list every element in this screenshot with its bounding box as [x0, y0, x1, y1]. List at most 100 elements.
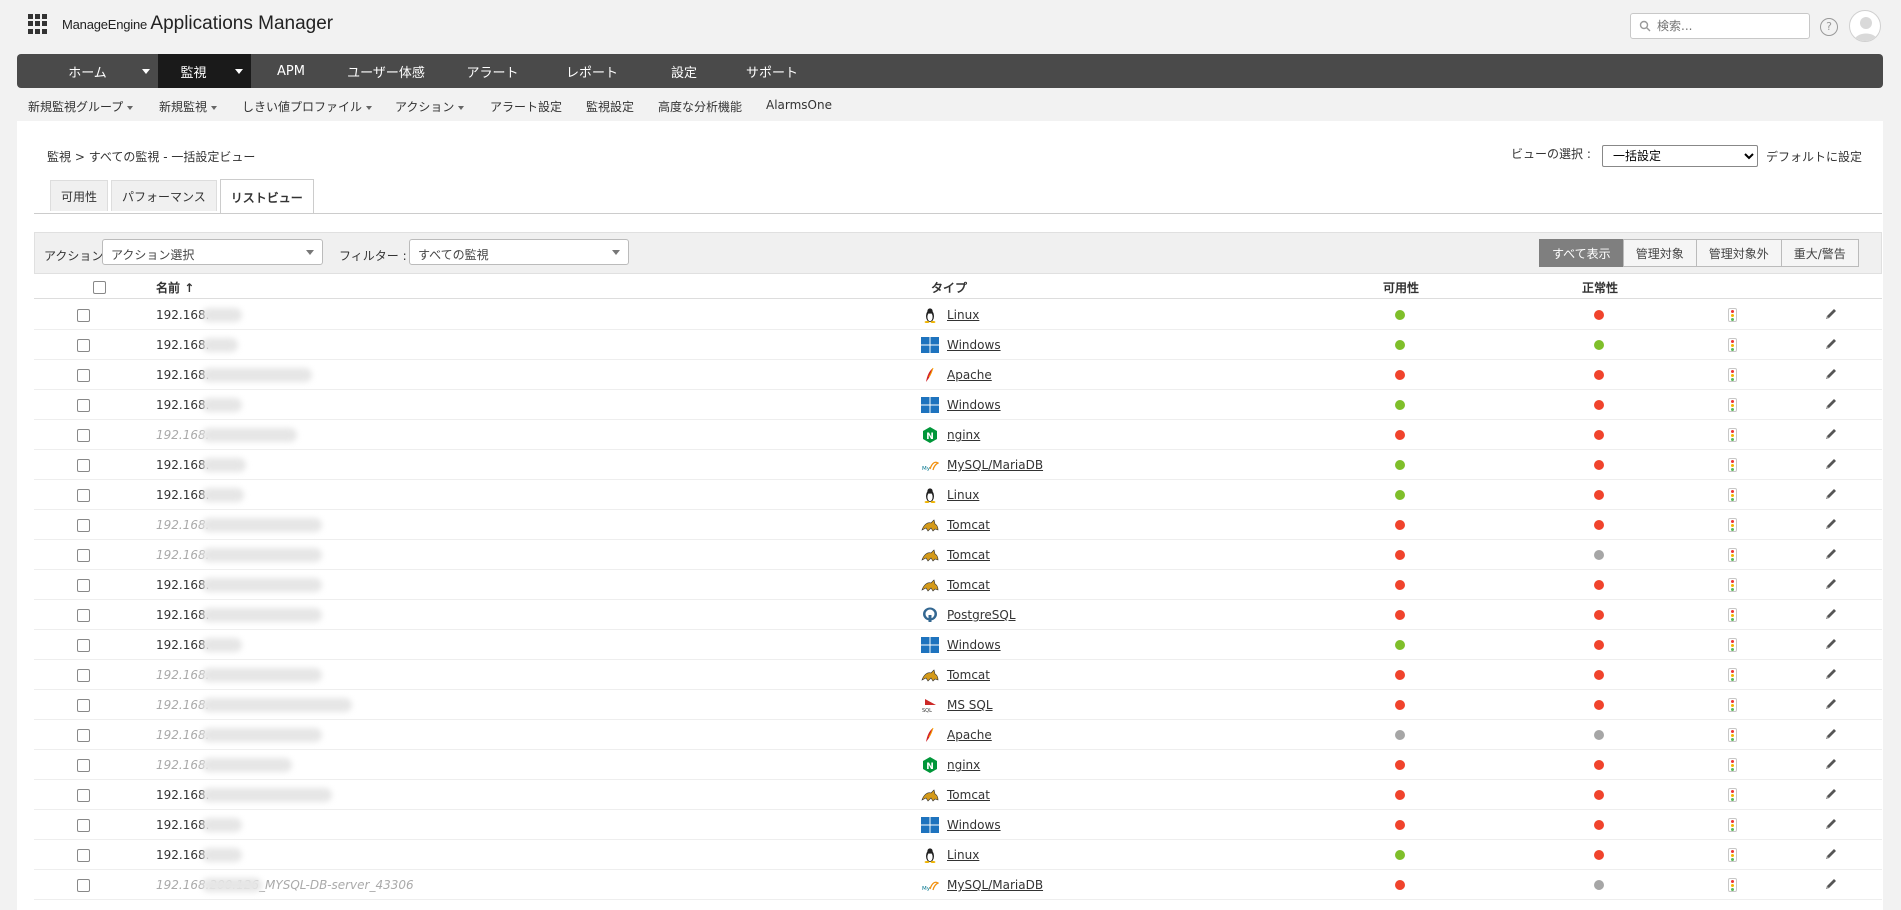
row-checkbox[interactable] [77, 819, 90, 832]
monitor-type-link[interactable]: Windows [947, 638, 1001, 652]
nav-home[interactable]: ホーム [17, 54, 158, 88]
subnav-actions[interactable]: アクション [395, 98, 465, 115]
breadcrumb-root-link[interactable]: 監視 [47, 150, 71, 164]
availability-status-icon[interactable] [1395, 760, 1405, 770]
traffic-light-icon[interactable] [1728, 878, 1737, 892]
health-status-icon[interactable] [1594, 310, 1604, 320]
traffic-light-icon[interactable] [1728, 698, 1737, 712]
row-checkbox[interactable] [77, 669, 90, 682]
row-checkbox[interactable] [77, 699, 90, 712]
row-checkbox[interactable] [77, 849, 90, 862]
set-default-link[interactable]: デフォルトに設定 [1766, 148, 1862, 165]
row-checkbox[interactable] [77, 339, 90, 352]
health-status-icon[interactable] [1594, 460, 1604, 470]
edit-pencil-icon[interactable] [1824, 667, 1838, 681]
edit-pencil-icon[interactable] [1824, 817, 1838, 831]
table-row[interactable]: 192.168. Linux [34, 840, 1882, 870]
monitor-type-link[interactable]: PostgreSQL [947, 608, 1016, 622]
traffic-light-icon[interactable] [1728, 608, 1737, 622]
edit-pencil-icon[interactable] [1824, 547, 1838, 561]
edit-pencil-icon[interactable] [1824, 367, 1838, 381]
availability-status-icon[interactable] [1395, 430, 1405, 440]
nav-user-experience[interactable]: ユーザー体感 [331, 54, 441, 88]
table-row[interactable]: 192.168.200.126_MYSQL-DB-server_43306 My M… [34, 870, 1882, 900]
availability-status-icon[interactable] [1395, 610, 1405, 620]
health-status-icon[interactable] [1594, 550, 1604, 560]
traffic-light-icon[interactable] [1728, 788, 1737, 802]
monitor-type-link[interactable]: Apache [947, 368, 992, 382]
nav-settings[interactable]: 設定 [640, 54, 728, 88]
show-all-button[interactable]: すべて表示 [1539, 239, 1624, 267]
traffic-light-icon[interactable] [1728, 338, 1737, 352]
health-status-icon[interactable] [1594, 490, 1604, 500]
health-status-icon[interactable] [1594, 520, 1604, 530]
avatar[interactable] [1849, 10, 1881, 42]
help-icon[interactable]: ? [1820, 18, 1838, 36]
availability-status-icon[interactable] [1395, 310, 1405, 320]
search-input[interactable] [1657, 19, 1797, 33]
traffic-light-icon[interactable] [1728, 638, 1737, 652]
subnav-new-monitor[interactable]: 新規監視 [159, 98, 218, 115]
subnav-alarmsone[interactable]: AlarmsOne [766, 98, 832, 112]
tab-availability[interactable]: 可用性 [50, 180, 109, 211]
edit-pencil-icon[interactable] [1824, 757, 1838, 771]
monitor-type-link[interactable]: MS SQL [947, 698, 993, 712]
edit-pencil-icon[interactable] [1824, 487, 1838, 501]
monitor-type-link[interactable]: Tomcat [947, 578, 990, 592]
subnav-new-monitor-group[interactable]: 新規監視グループ [28, 98, 134, 115]
health-status-icon[interactable] [1594, 370, 1604, 380]
traffic-light-icon[interactable] [1728, 428, 1737, 442]
monitor-type-link[interactable]: Tomcat [947, 548, 990, 562]
monitor-name[interactable]: 192.168.200.126_MYSQL-DB-server_43306 [156, 878, 414, 892]
unmanaged-button[interactable]: 管理対象外 [1695, 239, 1782, 267]
edit-pencil-icon[interactable] [1824, 337, 1838, 351]
row-checkbox[interactable] [77, 579, 90, 592]
availability-status-icon[interactable] [1395, 370, 1405, 380]
table-row[interactable]: 192.168. Tomcat [34, 510, 1882, 540]
column-name[interactable]: 名前 ↑ [156, 279, 194, 296]
select-all-checkbox[interactable] [93, 281, 106, 294]
health-status-icon[interactable] [1594, 880, 1604, 890]
nav-reports[interactable]: レポート [544, 54, 640, 88]
edit-pencil-icon[interactable] [1824, 787, 1838, 801]
availability-status-icon[interactable] [1395, 730, 1405, 740]
availability-status-icon[interactable] [1395, 820, 1405, 830]
health-status-icon[interactable] [1594, 610, 1604, 620]
monitor-type-link[interactable]: nginx [947, 758, 980, 772]
edit-pencil-icon[interactable] [1824, 307, 1838, 321]
row-checkbox[interactable] [77, 489, 90, 502]
health-status-icon[interactable] [1594, 340, 1604, 350]
edit-pencil-icon[interactable] [1824, 697, 1838, 711]
table-row[interactable]: 192.168. Tomcat [34, 540, 1882, 570]
monitor-type-link[interactable]: Linux [947, 488, 979, 502]
availability-status-icon[interactable] [1395, 550, 1405, 560]
monitor-type-link[interactable]: Linux [947, 848, 979, 862]
traffic-light-icon[interactable] [1728, 818, 1737, 832]
table-row[interactable]: 192.168. Windows [34, 810, 1882, 840]
traffic-light-icon[interactable] [1728, 308, 1737, 322]
subnav-advanced-analytics[interactable]: 高度な分析機能 [658, 98, 742, 115]
row-checkbox[interactable] [77, 399, 90, 412]
availability-status-icon[interactable] [1395, 580, 1405, 590]
health-status-icon[interactable] [1594, 820, 1604, 830]
traffic-light-icon[interactable] [1728, 668, 1737, 682]
availability-status-icon[interactable] [1395, 640, 1405, 650]
monitor-type-link[interactable]: Tomcat [947, 788, 990, 802]
brand-logo[interactable]: ManageEngine Applications Manager [62, 13, 333, 35]
table-row[interactable]: 192.168. Windows [34, 330, 1882, 360]
traffic-light-icon[interactable] [1728, 488, 1737, 502]
subnav-monitor-settings[interactable]: 監視設定 [586, 98, 634, 115]
table-row[interactable]: 192.168. Apache [34, 720, 1882, 750]
row-checkbox[interactable] [77, 759, 90, 772]
row-checkbox[interactable] [77, 639, 90, 652]
traffic-light-icon[interactable] [1728, 458, 1737, 472]
monitor-type-link[interactable]: Windows [947, 818, 1001, 832]
action-select[interactable]: アクション選択 [102, 239, 323, 265]
traffic-light-icon[interactable] [1728, 578, 1737, 592]
table-row[interactable]: 192.168. Tomcat [34, 570, 1882, 600]
table-row[interactable]: 192.168. PostgreSQL [34, 600, 1882, 630]
table-row[interactable]: 192.168. My MySQL/MariaDB [34, 450, 1882, 480]
table-row[interactable]: 192.168. Linux [34, 480, 1882, 510]
traffic-light-icon[interactable] [1728, 398, 1737, 412]
app-grid-icon[interactable] [28, 14, 48, 34]
